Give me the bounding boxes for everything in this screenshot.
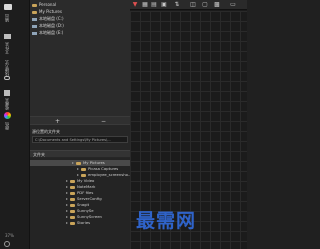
tree-item[interactable]: My Pictures: [32, 9, 62, 15]
expand-icon[interactable]: [66, 180, 68, 182]
collection-icon: [4, 90, 10, 96]
grid-icon[interactable]: ▦: [142, 1, 148, 8]
folder-icon: [70, 179, 75, 183]
folder-icon: [32, 10, 37, 14]
drive-icon: [32, 17, 37, 21]
expand-icon[interactable]: [77, 168, 79, 170]
folder-icon: [70, 191, 75, 195]
expand-icon[interactable]: [66, 198, 68, 200]
tree-item[interactable]: 本地磁盘 (D:): [32, 23, 64, 29]
file-list-header[interactable]: 文件夹: [30, 150, 130, 157]
zoom-readout: 37%: [5, 233, 14, 238]
compare-icon[interactable]: ◫: [190, 1, 196, 8]
viewer-toolbar: ▼ ▦ ▤ ▣ ⇅ ◫ ▢ ▩ ▭: [130, 0, 247, 10]
tree-item[interactable]: 本地磁盘 (C:): [32, 16, 64, 22]
rail-label-collections[interactable]: 收藏夹: [4, 98, 10, 110]
folder-tree: Personal My Pictures 本地磁盘 (C:) 本地磁盘 (D:)…: [30, 0, 130, 116]
rail-top-icon[interactable]: [4, 4, 12, 10]
remove-folder-button[interactable]: −: [101, 118, 106, 125]
folder-icon: [4, 34, 11, 39]
rail-label-output[interactable]: 输出: [4, 14, 10, 22]
folder-icon: [70, 215, 75, 219]
expand-icon[interactable]: [66, 204, 68, 206]
map-icon[interactable]: ▭: [230, 1, 236, 8]
source-folder-title: 源位置的文件夹: [32, 129, 60, 134]
loupe-icon[interactable]: ▢: [202, 1, 208, 8]
folder-icon: [70, 203, 75, 207]
expand-icon[interactable]: [72, 162, 74, 164]
folder-icon: [32, 3, 37, 7]
tree-item[interactable]: Personal: [32, 2, 56, 8]
drive-icon: [32, 31, 37, 35]
expand-icon[interactable]: [66, 186, 68, 188]
folder-icon: [70, 185, 75, 189]
folder-icon: [81, 167, 86, 171]
filter-icon[interactable]: ▼: [132, 1, 138, 8]
drive-icon: [32, 24, 37, 28]
expand-icon[interactable]: [66, 222, 68, 224]
file-list: My Pictures Picasa Captures employee_scr…: [30, 158, 172, 249]
folder-icon: [70, 221, 75, 225]
add-folder-button[interactable]: +: [55, 118, 60, 125]
color-wheel-icon[interactable]: [4, 112, 11, 119]
link-icon: [4, 76, 10, 80]
expand-icon[interactable]: [77, 174, 79, 176]
list-icon[interactable]: ▤: [151, 1, 157, 8]
detail-icon[interactable]: ▣: [161, 1, 167, 8]
survey-icon[interactable]: ▩: [214, 1, 220, 8]
expand-icon[interactable]: [66, 210, 68, 212]
folder-actions-bar: + −: [30, 116, 130, 125]
folder-icon: [81, 173, 86, 177]
source-path-field[interactable]: C:\Documents and Settings\My Pictures\..…: [32, 136, 128, 143]
rail-label-folders[interactable]: 文件夹: [4, 42, 10, 54]
expand-icon[interactable]: [66, 216, 68, 218]
rail-label-shortcuts[interactable]: 快捷方式: [4, 60, 10, 76]
watermark-logo: 最需网: [136, 210, 197, 232]
sort-icon[interactable]: ⇅: [174, 1, 180, 8]
left-rail: 输出 文件夹 快捷方式 收藏夹 颜色 37%: [0, 0, 30, 249]
settings-icon[interactable]: [4, 241, 10, 247]
expand-icon[interactable]: [66, 192, 68, 194]
folder-icon: [70, 197, 75, 201]
rail-label-color[interactable]: 颜色: [4, 122, 10, 130]
browser-panel: Personal My Pictures 本地磁盘 (C:) 本地磁盘 (D:)…: [30, 0, 172, 249]
folder-icon: [70, 209, 75, 213]
folder-icon: [76, 161, 81, 165]
tree-item[interactable]: 本地磁盘 (E:): [32, 30, 63, 36]
